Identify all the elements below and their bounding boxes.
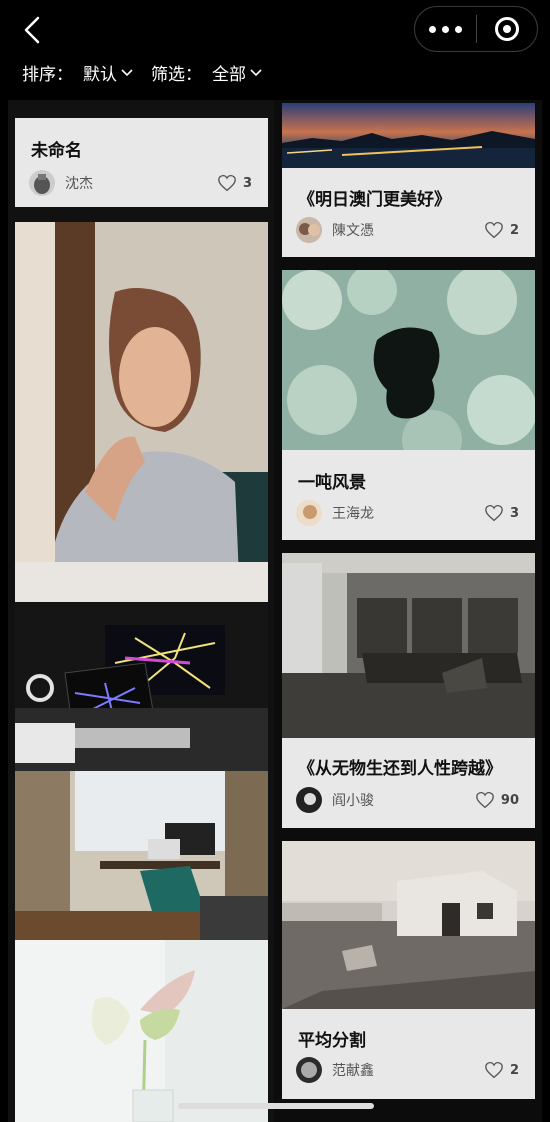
work-card[interactable]: 一吨风景 王海龙 3 xyxy=(282,270,535,540)
work-photo-portrait[interactable] xyxy=(15,222,268,602)
author[interactable]: 范献鑫 xyxy=(296,1057,374,1083)
work-photo-cityscape xyxy=(282,103,535,168)
work-title: 《明日澳门更美好》 xyxy=(298,190,451,210)
more-icon[interactable] xyxy=(415,7,476,51)
work-photo-room[interactable] xyxy=(15,771,268,940)
avatar xyxy=(296,500,322,526)
author[interactable]: 王海龙 xyxy=(296,500,374,526)
author[interactable]: 阎小骏 xyxy=(296,787,374,813)
work-card[interactable]: 平均分割 范献鑫 2 xyxy=(282,841,535,1099)
heart-icon xyxy=(218,174,236,192)
sort-label: 排序： xyxy=(22,65,73,85)
mini-program-capsule xyxy=(414,6,538,52)
like-count: 2 xyxy=(509,222,519,238)
filter-dropdown[interactable]: 全部 xyxy=(212,60,246,85)
work-photo-rooftop xyxy=(282,841,535,1009)
like-count: 2 xyxy=(509,1062,519,1078)
work-card[interactable]: 《从无物生还到人性跨越》 阎小骏 90 xyxy=(282,553,535,828)
filter-label: 筛选： xyxy=(151,65,202,85)
author-name: 阎小骏 xyxy=(332,793,374,809)
like-count: 3 xyxy=(242,175,252,191)
work-title: 一吨风景 xyxy=(298,473,366,493)
author[interactable]: 陳文憑 xyxy=(296,217,374,243)
work-title: 平均分割 xyxy=(298,1031,366,1051)
sort-dropdown[interactable]: 默认 xyxy=(83,60,117,85)
heart-icon xyxy=(485,221,503,239)
home-indicator[interactable] xyxy=(178,1103,374,1109)
author[interactable]: 沈杰 xyxy=(29,170,93,196)
like-count: 90 xyxy=(500,792,519,808)
work-photo-desk[interactable] xyxy=(15,603,268,771)
author-name: 沈杰 xyxy=(65,176,93,192)
work-title: 《从无物生还到人性跨越》 xyxy=(298,759,502,779)
like-count: 3 xyxy=(509,505,519,521)
work-photo-lichen xyxy=(282,270,535,450)
author-name: 王海龙 xyxy=(332,506,374,522)
author-name: 陳文憑 xyxy=(332,223,374,239)
chevron-down-icon[interactable] xyxy=(121,68,133,77)
like-button[interactable]: 2 xyxy=(484,221,519,239)
work-photo-abandoned-seats xyxy=(282,553,535,738)
like-button[interactable]: 3 xyxy=(484,504,519,522)
close-target-icon[interactable] xyxy=(477,7,537,51)
like-button[interactable]: 2 xyxy=(484,1061,519,1079)
like-button[interactable]: 90 xyxy=(475,791,519,809)
filter-bar: 排序： 默认 筛选： 全部 xyxy=(22,60,280,85)
work-photo-plant[interactable] xyxy=(15,940,268,1122)
heart-icon xyxy=(485,1061,503,1079)
avatar xyxy=(29,170,55,196)
heart-icon xyxy=(476,791,494,809)
avatar xyxy=(296,787,322,813)
avatar xyxy=(296,217,322,243)
heart-icon xyxy=(485,504,503,522)
author-name: 范献鑫 xyxy=(332,1063,374,1079)
work-card[interactable]: 《明日澳门更美好》 陳文憑 2 xyxy=(282,103,535,257)
like-button[interactable]: 3 xyxy=(217,174,252,192)
work-card[interactable]: 未命名 沈杰 3 xyxy=(15,118,268,207)
avatar xyxy=(296,1057,322,1083)
chevron-down-icon[interactable] xyxy=(250,68,262,77)
back-arrow-icon[interactable] xyxy=(18,14,50,46)
work-title: 未命名 xyxy=(31,141,82,161)
